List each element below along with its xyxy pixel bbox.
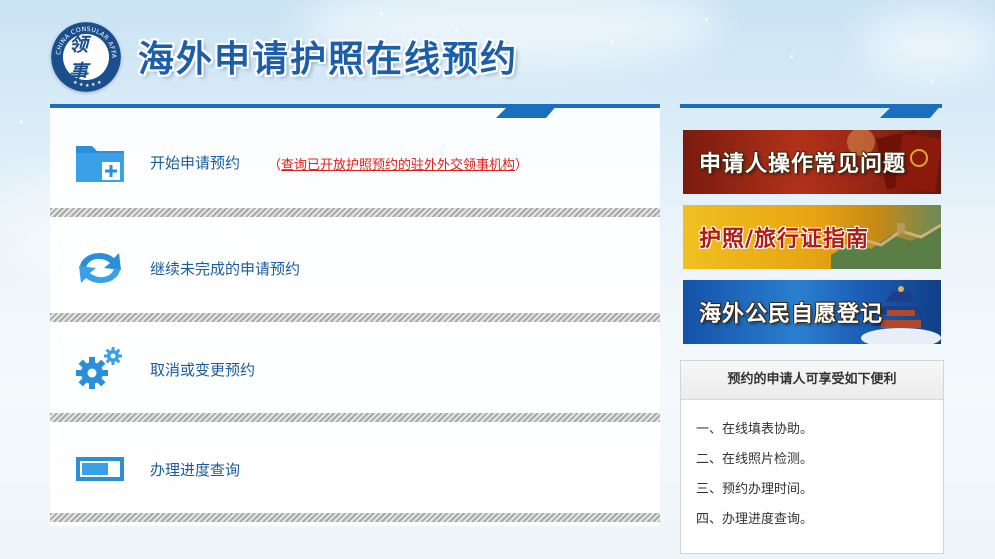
divider bbox=[50, 513, 660, 522]
note-paren-open: （ bbox=[268, 158, 282, 173]
passport-guide-banner-text: 护照/旅行证指南 bbox=[699, 227, 870, 252]
menu-item-label: 开始申请预约 bbox=[150, 154, 241, 172]
menu-item-start-application[interactable]: 开始申请预约 （查询已开放护照预约的驻外外交领事机构） bbox=[50, 114, 660, 210]
open-consulates-link[interactable]: 查询已开放护照预约的驻外外交领事机构 bbox=[281, 158, 515, 173]
passport-guide-banner[interactable]: 护照/旅行证指南 bbox=[683, 205, 941, 269]
list-item: 四、办理进度查询。 bbox=[696, 512, 814, 527]
progress-bar-icon bbox=[76, 457, 124, 481]
menu-item-cancel-change[interactable]: 取消或变更预约 bbox=[50, 321, 660, 417]
benefits-box: 预约的申请人可享受如下便利 一、在线填表协助。 二、在线照片检测。 三、预约办理… bbox=[680, 360, 944, 554]
sparkle bbox=[20, 120, 23, 123]
citizen-registration-banner-text: 海外公民自愿登记 bbox=[699, 302, 884, 327]
menu-item-label: 继续未完成的申请预约 bbox=[150, 260, 301, 278]
sparkle bbox=[705, 18, 708, 21]
sparkle bbox=[930, 80, 933, 83]
sidebar-tab-notch bbox=[880, 104, 942, 118]
folder-add-icon bbox=[76, 146, 124, 182]
menu-item-label: 取消或变更预约 bbox=[150, 361, 256, 379]
note-paren-close: ） bbox=[515, 158, 529, 173]
appointment-menu-panel: 开始申请预约 （查询已开放护照预约的驻外外交领事机构） 继续未完成的申请预约 取… bbox=[50, 104, 660, 526]
divider bbox=[50, 208, 660, 217]
sparkle bbox=[610, 40, 613, 43]
sky-highlight bbox=[860, 10, 995, 80]
list-item: 二、在线照片检测。 bbox=[696, 452, 814, 467]
benefits-title: 预约的申请人可享受如下便利 bbox=[681, 361, 943, 400]
emblem-core-text: 领事 bbox=[69, 34, 89, 83]
menu-item-label: 办理进度查询 bbox=[150, 461, 241, 479]
panel-tab-notch bbox=[496, 104, 558, 118]
list-item: 三、预约办理时间。 bbox=[696, 482, 814, 497]
sparkle bbox=[790, 55, 793, 58]
menu-item-continue-application[interactable]: 继续未完成的申请预约 bbox=[50, 220, 660, 316]
page-title: 海外申请护照在线预约 bbox=[138, 39, 519, 80]
benefits-list: 一、在线填表协助。 二、在线照片检测。 三、预约办理时间。 四、办理进度查询。 bbox=[681, 400, 943, 540]
refresh-arrows-icon bbox=[79, 252, 121, 284]
menu-item-progress-query[interactable]: 办理进度查询 bbox=[50, 421, 660, 517]
list-item: 一、在线填表协助。 bbox=[696, 422, 814, 437]
open-consulates-note: （查询已开放护照预约的驻外外交领事机构） bbox=[268, 154, 528, 173]
faq-banner-text: 申请人操作常见问题 bbox=[699, 152, 907, 177]
sparkle bbox=[380, 12, 383, 15]
gears-icon bbox=[76, 347, 122, 389]
consular-affairs-emblem: CHINA CONSULAR AFFAIRS ★★★★★ 领事 bbox=[51, 22, 121, 92]
faq-banner[interactable]: 申请人操作常见问题 bbox=[683, 130, 941, 194]
citizen-registration-banner[interactable]: 海外公民自愿登记 bbox=[683, 280, 941, 344]
